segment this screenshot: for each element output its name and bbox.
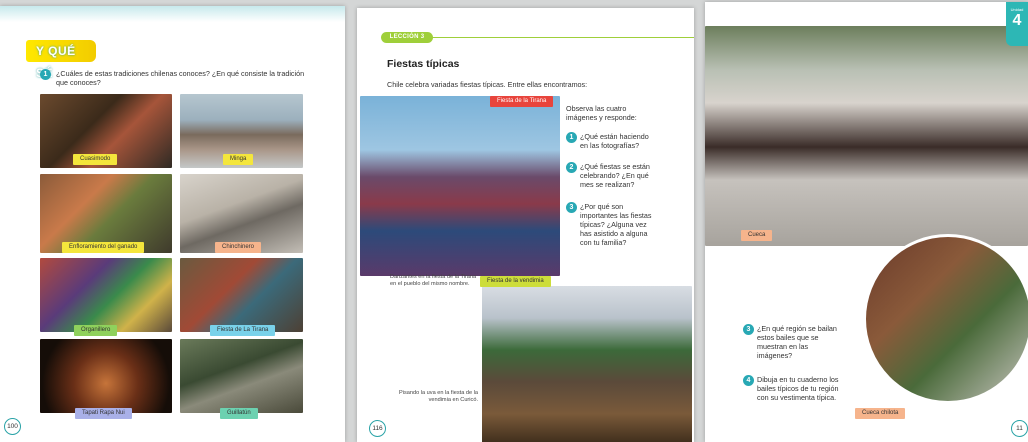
question-number: 3 <box>566 202 577 213</box>
tag-tapati: Tapati Rapa Nui <box>75 408 132 419</box>
question-number: 2 <box>566 162 577 173</box>
lesson-badge: LECCIÓN 3 <box>381 32 433 43</box>
photo-cueca <box>705 26 1028 246</box>
photo-tirana-small <box>180 258 303 332</box>
question-text: ¿En qué región se bailan estos bailes qu… <box>757 324 837 360</box>
tag-cueca: Cueca <box>741 230 773 241</box>
photo-tapati <box>40 339 172 413</box>
tag-tirana-small: Fiesta de La Tirana <box>210 325 276 336</box>
question-text: ¿Qué fiestas se están celebrando? ¿En qu… <box>580 162 650 189</box>
unit-label: Unidad <box>1010 7 1024 12</box>
tag-cuasimodo: Cuasimodo <box>73 154 118 165</box>
tag-enfloramiento: Enfloramiento del ganado <box>62 242 145 253</box>
photo-tirana-large <box>360 96 560 276</box>
question-number: 4 <box>743 375 754 386</box>
question-number: 1 <box>566 132 577 143</box>
page-number: 116 <box>369 420 386 437</box>
photo-cueca-chilota <box>863 234 1028 404</box>
question-number: 3 <box>743 324 754 335</box>
caption-vendimia: Pisando la uva en la fiesta de la vendim… <box>399 390 478 403</box>
right-page: Cueca Unidad 4 Cueca chilota 3 ¿En qué r… <box>705 2 1028 442</box>
tag-chinchinero: Chinchinero <box>215 242 262 253</box>
question-text: Dibuja en tu cuaderno los bailes típicos… <box>757 375 839 402</box>
photo-vendimia <box>482 286 692 442</box>
question-text: ¿Qué están haciendo en las fotografías? <box>580 132 649 150</box>
photo-organillero <box>40 258 172 332</box>
tag-tirana: Fiesta de la Tirana <box>490 96 554 107</box>
question-number: 1 <box>40 69 51 80</box>
left-page: Y QUÉ SÉ 1 ¿Cuáles de estas tradiciones … <box>0 6 345 442</box>
unit-badge: Unidad 4 <box>1006 2 1028 46</box>
tag-minga: Minga <box>223 154 254 165</box>
middle-page: LECCIÓN 3 Fiestas típicas Chile celebra … <box>357 8 694 442</box>
tag-guillatun: Guillatún <box>220 408 258 419</box>
caption-tirana: Danzantes en la fiesta de la Tirana en e… <box>390 274 477 287</box>
section-ribbon: Y QUÉ SÉ <box>26 40 96 80</box>
question-text: ¿Por qué son importantes las fiestas típ… <box>580 202 652 247</box>
top-band <box>0 6 345 22</box>
photo-guillatun <box>180 339 303 413</box>
tag-vendimia: Fiesta de la vendimia <box>480 276 551 287</box>
lesson-line <box>417 37 694 38</box>
tag-cueca-chilota: Cueca chilota <box>855 408 906 419</box>
tag-organillero: Organillero <box>74 325 118 336</box>
page-number: 100 <box>4 418 21 435</box>
unit-number: 4 <box>1012 12 1022 29</box>
question-text: ¿Cuáles de estas tradiciones chilenas co… <box>56 69 305 87</box>
intro-text: Chile celebra variadas fiestas típicas. … <box>387 80 588 89</box>
page-title: Fiestas típicas <box>387 58 460 70</box>
observe-text: Observa las cuatro imágenes y responde: <box>566 104 637 122</box>
page-number: 11 <box>1011 420 1028 437</box>
